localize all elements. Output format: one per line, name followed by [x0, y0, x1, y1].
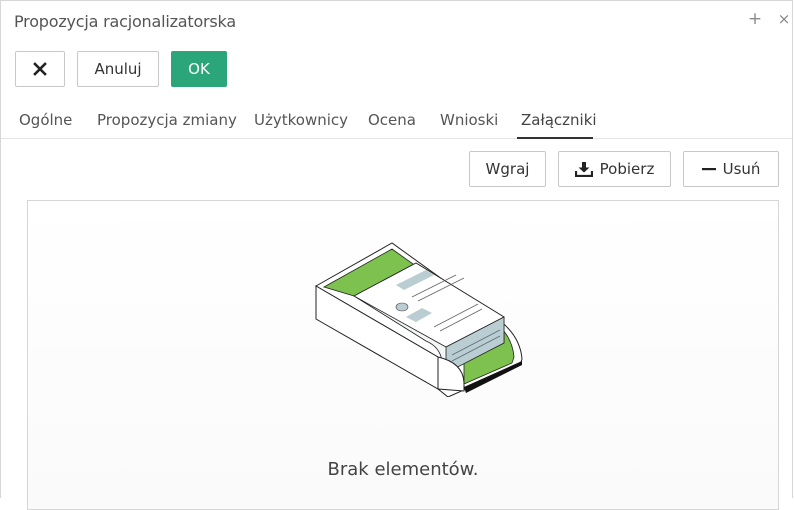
ok-button[interactable]: OK	[171, 51, 227, 87]
tab-change-proposal[interactable]: Propozycja zmiany	[97, 111, 237, 129]
tab-conclusions[interactable]: Wnioski	[440, 111, 498, 129]
active-tab-indicator	[517, 137, 593, 139]
minus-icon	[701, 162, 716, 176]
tab-general[interactable]: Ogólne	[19, 111, 72, 129]
upload-button-label: Wgraj	[485, 160, 530, 178]
tab-bar: Ogólne Propozycja zmiany Użytkownicy Oce…	[1, 101, 792, 139]
empty-state-text: Brak elementów.	[327, 459, 479, 480]
delete-button-label: Usuń	[722, 160, 761, 178]
dialog-title: Propozycja racjonalizatorska	[14, 12, 236, 31]
dialog-window: Propozycja racjonalizatorska + × Anuluj …	[0, 0, 793, 510]
download-button-label: Pobierz	[599, 160, 655, 178]
title-bar: Propozycja racjonalizatorska + ×	[1, 1, 792, 41]
download-button[interactable]: Pobierz	[558, 151, 671, 187]
download-icon	[574, 161, 593, 177]
close-button[interactable]	[15, 51, 65, 87]
close-window-icon[interactable]: ×	[775, 10, 793, 28]
close-icon	[33, 62, 47, 76]
empty-box-illustration	[314, 241, 548, 402]
attachments-list: Brak elementów.	[27, 200, 779, 510]
tab-evaluation[interactable]: Ocena	[368, 111, 416, 129]
tab-users[interactable]: Użytkownicy	[254, 111, 348, 129]
upload-button[interactable]: Wgraj	[469, 151, 546, 187]
tab-attachments[interactable]: Załączniki	[521, 111, 597, 129]
add-icon[interactable]: +	[746, 10, 764, 28]
cancel-button[interactable]: Anuluj	[77, 51, 159, 87]
delete-button[interactable]: Usuń	[683, 151, 779, 187]
